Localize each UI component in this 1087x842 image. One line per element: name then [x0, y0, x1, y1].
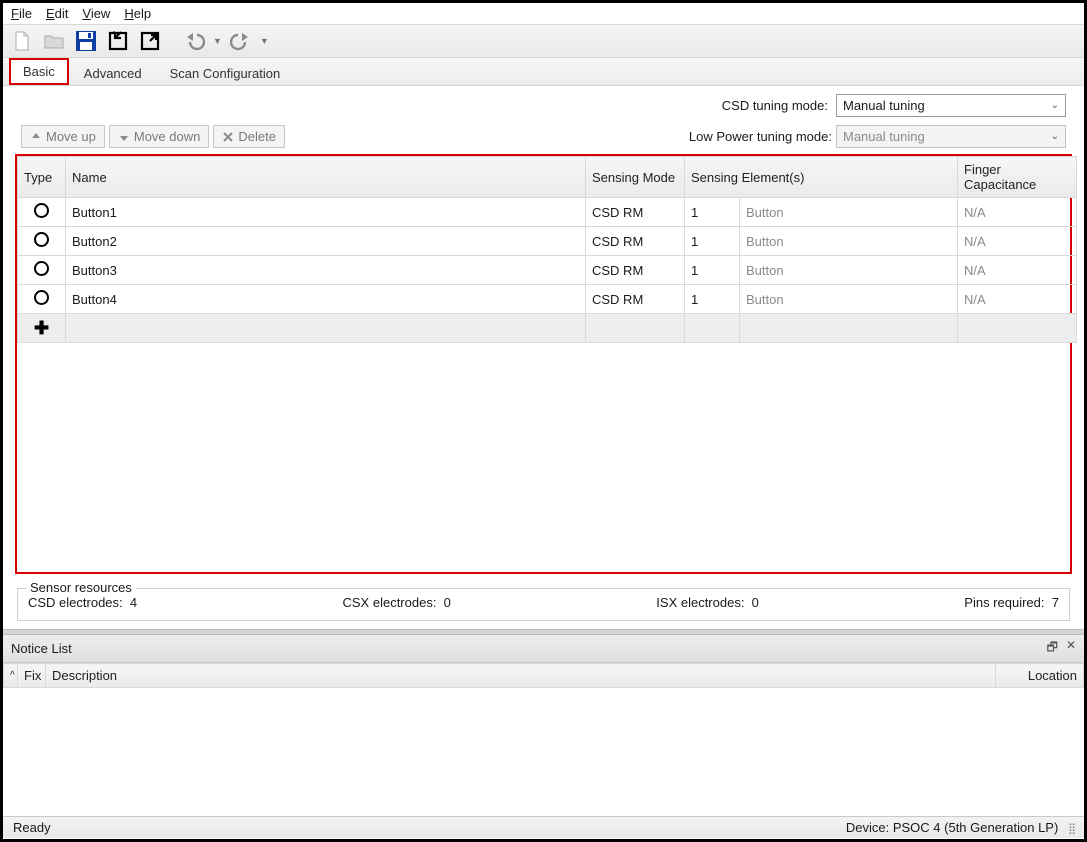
name-cell[interactable]: Button4 — [66, 285, 586, 314]
notice-th-fix[interactable]: Fix — [18, 664, 46, 688]
arrow-down-icon — [118, 131, 130, 143]
actions-row: Move up Move down Delete Low Power tunin… — [3, 121, 1084, 154]
th-type[interactable]: Type — [18, 157, 66, 198]
resize-grip-icon[interactable]: ⣿ — [1068, 823, 1074, 835]
table-row[interactable]: Button2CSD RM1ButtonN/A — [18, 227, 1077, 256]
element-cell: Button — [740, 256, 958, 285]
isx-electrodes: ISX electrodes: 0 — [656, 595, 759, 610]
type-cell[interactable] — [18, 198, 66, 227]
element-cell: Button — [740, 198, 958, 227]
sensor-resources-legend: Sensor resources — [26, 580, 136, 595]
name-cell[interactable]: Button1 — [66, 198, 586, 227]
cap-cell: N/A — [958, 285, 1077, 314]
count-cell[interactable]: 1 — [685, 198, 740, 227]
undo-dropdown-icon[interactable]: ▼ — [213, 36, 222, 46]
csd-electrodes: CSD electrodes: 4 — [28, 595, 137, 610]
csd-tuning-label: CSD tuning mode: — [722, 98, 828, 113]
widget-type-icon — [34, 290, 49, 305]
mode-cell[interactable]: CSD RM — [586, 227, 685, 256]
th-elements[interactable]: Sensing Element(s) — [685, 157, 958, 198]
add-row[interactable]: ✚ — [18, 314, 1077, 343]
status-left: Ready — [13, 820, 51, 835]
th-cap[interactable]: Finger Capacitance — [958, 157, 1077, 198]
cap-cell: N/A — [958, 227, 1077, 256]
dock-icon[interactable]: 🗗 — [1047, 638, 1058, 659]
close-icon[interactable]: ✕ — [1066, 638, 1076, 659]
tab-basic[interactable]: Basic — [9, 58, 69, 85]
menu-view[interactable]: View — [82, 6, 110, 21]
status-device: Device: PSOC 4 (5th Generation LP) — [846, 820, 1058, 835]
element-cell: Button — [740, 285, 958, 314]
open-folder-icon[interactable] — [41, 28, 67, 54]
name-cell[interactable]: Button2 — [66, 227, 586, 256]
count-cell[interactable]: 1 — [685, 227, 740, 256]
delete-label: Delete — [238, 129, 276, 144]
arrow-up-icon — [30, 131, 42, 143]
import-icon[interactable] — [105, 28, 131, 54]
export-icon[interactable] — [137, 28, 163, 54]
notice-th-caret[interactable]: ^ — [4, 664, 18, 688]
th-name[interactable]: Name — [66, 157, 586, 198]
element-cell: Button — [740, 227, 958, 256]
mode-cell[interactable]: CSD RM — [586, 198, 685, 227]
lp-tuning-label: Low Power tuning mode: — [689, 129, 832, 144]
notice-list-header: Notice List 🗗 ✕ — [3, 635, 1084, 663]
widget-type-icon — [34, 261, 49, 276]
mode-cell[interactable]: CSD RM — [586, 256, 685, 285]
notice-table: ^ Fix Description Location — [3, 663, 1084, 688]
widget-type-icon — [34, 232, 49, 247]
table-empty-area — [17, 343, 1070, 572]
toolbar: ▼ ▼ — [3, 24, 1084, 58]
widget-type-icon — [34, 203, 49, 218]
chevron-down-icon: ⌄ — [1051, 100, 1059, 111]
count-cell[interactable]: 1 — [685, 256, 740, 285]
save-icon[interactable] — [73, 28, 99, 54]
tab-advanced[interactable]: Advanced — [71, 61, 155, 85]
move-up-label: Move up — [46, 129, 96, 144]
status-bar: Ready Device: PSOC 4 (5th Generation LP)… — [3, 816, 1084, 838]
move-down-button[interactable]: Move down — [109, 125, 209, 148]
table-row[interactable]: Button4CSD RM1ButtonN/A — [18, 285, 1077, 314]
notice-list-body — [3, 688, 1084, 816]
menu-file[interactable]: File — [11, 6, 32, 21]
redo-icon[interactable] — [228, 28, 254, 54]
mode-cell[interactable]: CSD RM — [586, 285, 685, 314]
undo-icon[interactable] — [181, 28, 207, 54]
notice-list-title: Notice List — [11, 641, 72, 656]
tuning-row: CSD tuning mode: Manual tuning ⌄ — [3, 86, 1084, 121]
delete-x-icon — [222, 131, 234, 143]
plus-icon[interactable]: ✚ — [34, 318, 49, 338]
pins-required: Pins required: 7 — [964, 595, 1059, 610]
table-row[interactable]: Button1CSD RM1ButtonN/A — [18, 198, 1077, 227]
th-mode[interactable]: Sensing Mode — [586, 157, 685, 198]
csx-electrodes: CSX electrodes: 0 — [343, 595, 451, 610]
name-cell[interactable]: Button3 — [66, 256, 586, 285]
menu-bar: File Edit View Help — [3, 3, 1084, 24]
table-row[interactable]: Button3CSD RM1ButtonN/A — [18, 256, 1077, 285]
type-cell[interactable] — [18, 285, 66, 314]
notice-th-desc[interactable]: Description — [46, 664, 996, 688]
menu-help[interactable]: Help — [124, 6, 151, 21]
delete-button[interactable]: Delete — [213, 125, 285, 148]
csd-tuning-dropdown[interactable]: Manual tuning ⌄ — [836, 94, 1066, 117]
lp-tuning-dropdown: Manual tuning ⌄ — [836, 125, 1066, 148]
tab-bar: Basic Advanced Scan Configuration — [3, 58, 1084, 86]
notice-th-loc[interactable]: Location — [996, 664, 1084, 688]
type-cell[interactable] — [18, 256, 66, 285]
move-up-button[interactable]: Move up — [21, 125, 105, 148]
csd-tuning-value: Manual tuning — [843, 98, 925, 113]
sensor-resources-box: Sensor resources CSD electrodes: 4 CSX e… — [17, 588, 1070, 621]
menu-edit[interactable]: Edit — [46, 6, 68, 21]
lp-tuning-value: Manual tuning — [843, 129, 925, 144]
widgets-table: Type Name Sensing Mode Sensing Element(s… — [15, 154, 1072, 574]
redo-dropdown-icon[interactable]: ▼ — [260, 36, 269, 46]
chevron-down-icon: ⌄ — [1051, 131, 1059, 142]
move-down-label: Move down — [134, 129, 200, 144]
new-file-icon[interactable] — [9, 28, 35, 54]
tab-scan-configuration[interactable]: Scan Configuration — [157, 61, 294, 85]
type-cell[interactable] — [18, 227, 66, 256]
cap-cell: N/A — [958, 198, 1077, 227]
count-cell[interactable]: 1 — [685, 285, 740, 314]
cap-cell: N/A — [958, 256, 1077, 285]
